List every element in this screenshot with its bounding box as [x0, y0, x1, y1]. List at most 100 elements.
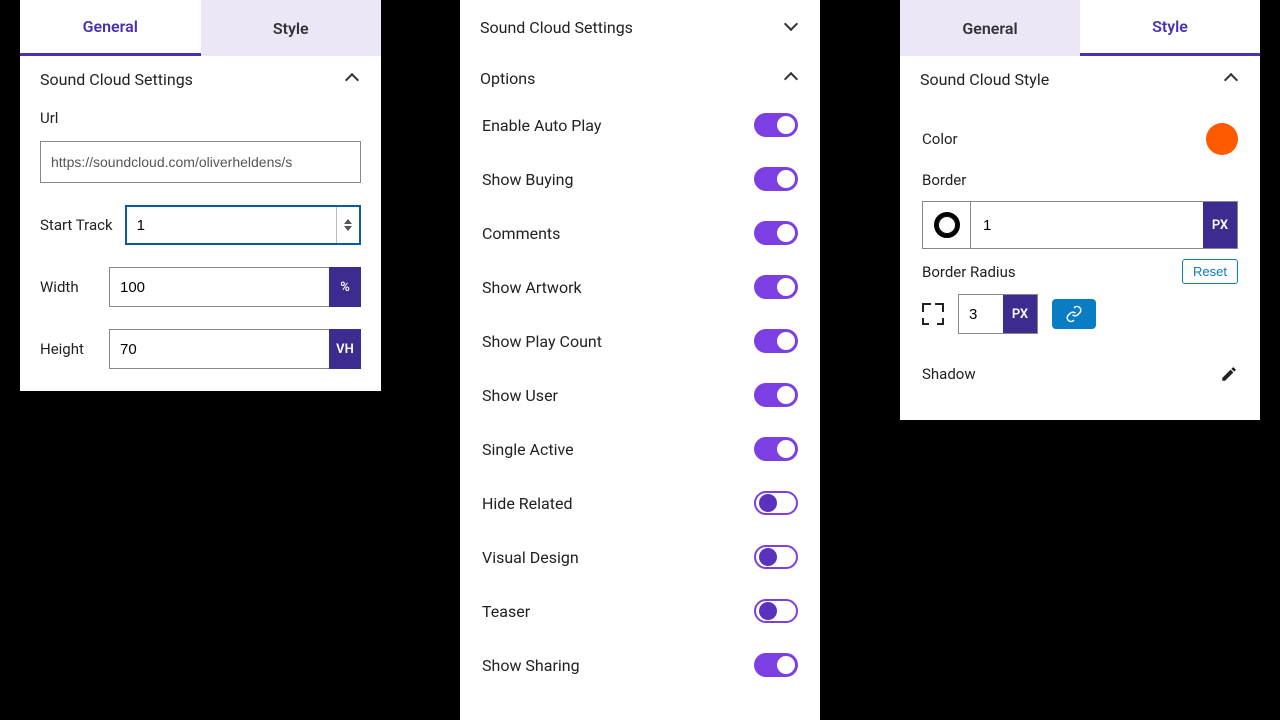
url-input[interactable] [40, 141, 361, 183]
link-icon [1065, 305, 1083, 323]
option-toggle[interactable] [754, 383, 798, 407]
option-row: Show User [482, 368, 798, 422]
option-label: Show Buying [482, 170, 574, 189]
radius-label: Border Radius [922, 263, 1016, 281]
option-row: Show Artwork [482, 260, 798, 314]
option-label: Hide Related [482, 494, 572, 513]
height-input-wrap: VH [109, 329, 361, 369]
option-toggle[interactable] [754, 653, 798, 677]
option-toggle[interactable] [754, 545, 798, 569]
toggle-knob [777, 656, 795, 674]
border-label: Border [922, 171, 1238, 189]
options-body: Enable Auto Play Show Buying Comments Show … [460, 98, 820, 720]
option-label: Comments [482, 224, 560, 243]
option-row: Show Play Count [482, 314, 798, 368]
option-label: Teaser [482, 602, 530, 621]
chevron-down-icon [344, 226, 352, 231]
option-toggle[interactable] [754, 167, 798, 191]
toggle-knob [759, 548, 777, 566]
radius-control-row: PX [922, 294, 1238, 334]
tab-style[interactable]: Style [201, 0, 382, 56]
edit-shadow-button[interactable] [1220, 365, 1238, 383]
chevron-up-icon [1224, 73, 1238, 87]
section-body: Color Border PX Border Radius Reset PX [900, 99, 1260, 420]
toggle-knob [759, 494, 777, 512]
section-title: Sound Cloud Style [920, 70, 1049, 89]
border-control: PX [922, 201, 1238, 249]
option-label: Single Active [482, 440, 574, 459]
tab-general[interactable]: General [20, 0, 201, 56]
url-label: Url [40, 109, 361, 127]
section-title: Sound Cloud Settings [480, 18, 633, 37]
option-row: Show Buying [482, 152, 798, 206]
border-unit-button[interactable]: PX [1203, 202, 1237, 248]
shadow-row: Shadow [922, 352, 1238, 396]
chevron-up-icon [784, 72, 798, 86]
toggle-knob [777, 278, 795, 296]
height-row: Height VH [40, 329, 361, 369]
option-toggle[interactable] [754, 437, 798, 461]
option-toggle[interactable] [754, 599, 798, 623]
height-label: Height [40, 340, 97, 358]
tabs: General Style [900, 0, 1260, 56]
option-row: Single Active [482, 422, 798, 476]
option-toggle[interactable] [754, 329, 798, 353]
option-label: Show Sharing [482, 656, 580, 675]
tabs: General Style [20, 0, 381, 56]
chevron-up-icon [345, 73, 359, 87]
section-header-options[interactable]: Options [460, 47, 820, 98]
width-input-wrap: % [109, 267, 361, 307]
width-unit-button[interactable]: % [329, 267, 361, 307]
option-label: Show Play Count [482, 332, 602, 351]
color-swatch[interactable] [1206, 123, 1238, 155]
section-header-settings[interactable]: Sound Cloud Settings [20, 56, 381, 99]
stepper-buttons[interactable] [336, 207, 359, 243]
section-title: Options [480, 69, 535, 88]
width-label: Width [40, 278, 97, 296]
option-label: Visual Design [482, 548, 579, 567]
width-row: Width % [40, 267, 361, 307]
option-label: Show Artwork [482, 278, 582, 297]
option-toggle[interactable] [754, 221, 798, 245]
tab-style[interactable]: Style [1080, 0, 1260, 56]
height-input[interactable] [109, 329, 329, 369]
option-toggle[interactable] [754, 275, 798, 299]
toggle-knob [777, 440, 795, 458]
chevron-up-icon [344, 219, 352, 224]
option-toggle[interactable] [754, 491, 798, 515]
option-row: Show Sharing [482, 638, 798, 692]
radius-header: Border Radius Reset [922, 259, 1238, 284]
radius-input[interactable] [959, 295, 1003, 333]
option-row: Visual Design [482, 530, 798, 584]
section-header-style[interactable]: Sound Cloud Style [900, 56, 1260, 99]
height-unit-button[interactable]: VH [329, 329, 361, 369]
border-width-input[interactable] [971, 202, 1203, 248]
tab-general[interactable]: General [900, 0, 1080, 56]
pencil-icon [1220, 365, 1238, 383]
circle-icon [934, 212, 960, 238]
start-track-stepper[interactable] [125, 205, 361, 245]
shadow-label: Shadow [922, 365, 976, 383]
radius-input-wrap: PX [958, 294, 1038, 334]
option-row: Enable Auto Play [482, 98, 798, 152]
section-header-settings[interactable]: Sound Cloud Settings [460, 0, 820, 47]
option-toggle[interactable] [754, 113, 798, 137]
option-label: Enable Auto Play [482, 116, 601, 135]
reset-button[interactable]: Reset [1182, 259, 1238, 284]
link-values-button[interactable] [1052, 299, 1096, 329]
toggle-knob [777, 386, 795, 404]
option-row: Hide Related [482, 476, 798, 530]
color-label: Color [922, 130, 958, 148]
radius-unit-button[interactable]: PX [1003, 295, 1037, 333]
start-track-label: Start Track [40, 216, 113, 234]
toggle-knob [777, 224, 795, 242]
start-track-input[interactable] [127, 207, 336, 243]
start-track-row: Start Track [40, 205, 361, 245]
color-row: Color [922, 117, 1238, 161]
border-style-button[interactable] [923, 202, 971, 248]
toggle-knob [777, 332, 795, 350]
toggle-knob [777, 170, 795, 188]
width-input[interactable] [109, 267, 329, 307]
corners-icon[interactable] [922, 303, 944, 325]
chevron-down-icon [784, 21, 798, 35]
